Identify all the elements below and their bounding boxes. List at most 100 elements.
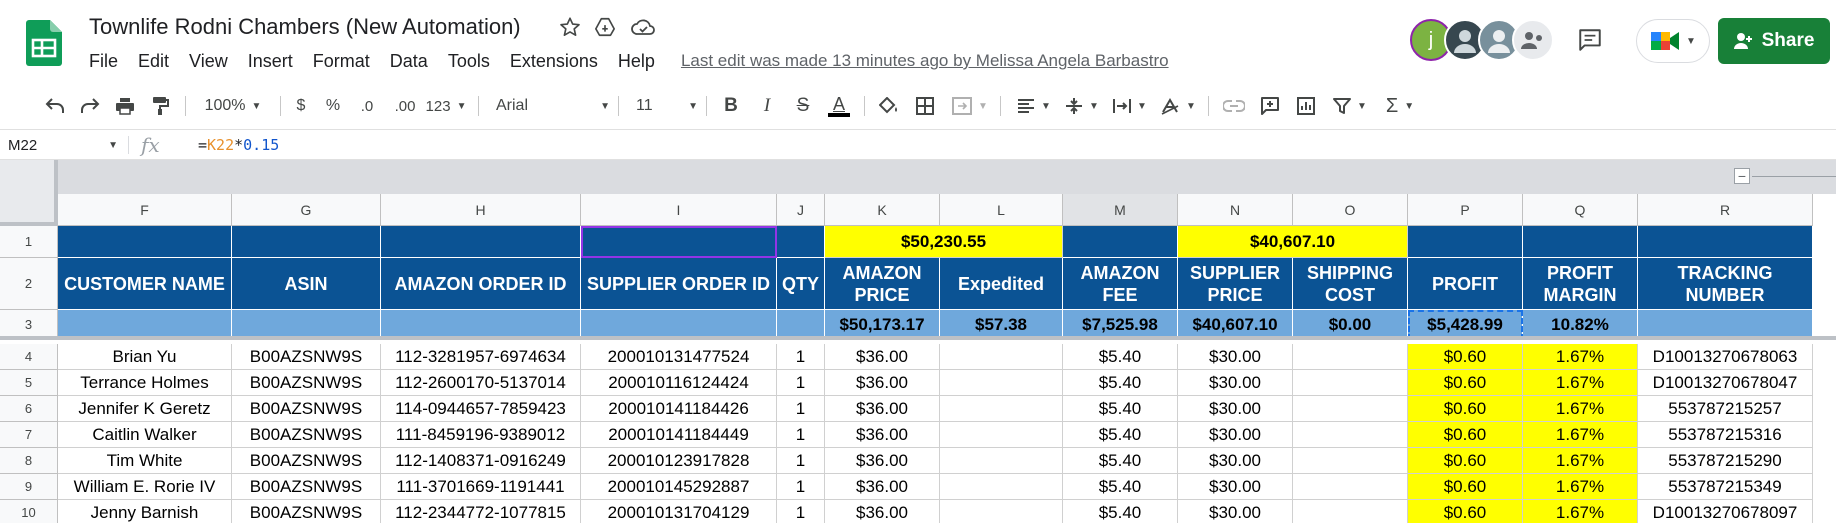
data-cell[interactable]: 1 <box>777 448 825 474</box>
star-icon[interactable] <box>557 14 583 40</box>
data-cell[interactable]: 114-0944657-7859423 <box>381 396 581 422</box>
data-cell[interactable]: $36.00 <box>825 370 940 396</box>
data-cell[interactable]: 200010116124424 <box>581 370 777 396</box>
data-cell[interactable]: $0.60 <box>1408 422 1523 448</box>
filter-icon[interactable]: ▼ <box>1328 92 1372 120</box>
fill-color-icon[interactable] <box>876 92 902 120</box>
data-cell[interactable]: $0.60 <box>1408 500 1523 523</box>
data-cell[interactable]: Caitlin Walker <box>58 422 232 448</box>
data-cell[interactable]: B00AZSNW9S <box>232 344 381 370</box>
data-cell[interactable]: B00AZSNW9S <box>232 448 381 474</box>
data-cell[interactable]: 200010141184426 <box>581 396 777 422</box>
data-cell[interactable]: 553787215290 <box>1638 448 1813 474</box>
data-cell[interactable]: 1.67% <box>1523 448 1638 474</box>
data-cell[interactable]: $30.00 <box>1178 500 1293 523</box>
formula-input[interactable]: =K22*0.15 <box>198 136 279 154</box>
italic-button[interactable]: I <box>754 92 780 120</box>
more-collaborators-icon[interactable] <box>1512 19 1554 61</box>
data-cell[interactable]: 111-8459196-9389012 <box>381 422 581 448</box>
data-cell[interactable]: 1 <box>777 474 825 500</box>
insert-link-icon[interactable] <box>1220 92 1248 120</box>
column-header-o[interactable]: O <box>1293 194 1408 226</box>
sheets-logo-icon[interactable] <box>26 20 62 66</box>
last-edit-link[interactable]: Last edit was made 13 minutes ago by Mel… <box>681 51 1169 71</box>
data-cell[interactable]: 200010123917828 <box>581 448 777 474</box>
data-cell[interactable]: $30.00 <box>1178 344 1293 370</box>
data-cell[interactable]: $5.40 <box>1063 370 1178 396</box>
data-cell[interactable]: 200010145292887 <box>581 474 777 500</box>
data-cell[interactable]: $30.00 <box>1178 422 1293 448</box>
cell-g1[interactable] <box>232 226 381 258</box>
column-header-m[interactable]: M <box>1063 194 1178 226</box>
row-header-5[interactable]: 5 <box>0 370 58 396</box>
merge-cells-icon[interactable]: ▼ <box>948 92 992 120</box>
header-cell[interactable]: AMAZON ORDER ID <box>381 258 581 310</box>
horizontal-align-icon[interactable]: ▼ <box>1012 92 1056 120</box>
row-header-1[interactable]: 1 <box>0 226 58 258</box>
header-cell[interactable]: TRACKING NUMBER <box>1638 258 1813 310</box>
data-cell[interactable] <box>940 422 1063 448</box>
cell-j1[interactable] <box>777 226 825 258</box>
data-cell[interactable]: William E. Rorie IV <box>58 474 232 500</box>
data-cell[interactable]: Jennifer K Geretz <box>58 396 232 422</box>
data-cell[interactable]: $30.00 <box>1178 448 1293 474</box>
amazon-price-total-cell[interactable]: $50,230.55 <box>825 226 1063 258</box>
data-cell[interactable]: 1.67% <box>1523 344 1638 370</box>
meet-button[interactable]: ▼ <box>1636 19 1710 63</box>
data-cell[interactable]: 1 <box>777 344 825 370</box>
row-header-7[interactable]: 7 <box>0 422 58 448</box>
currency-format-button[interactable]: $ <box>290 92 312 120</box>
data-cell[interactable] <box>1293 422 1408 448</box>
data-cell[interactable]: $30.00 <box>1178 396 1293 422</box>
share-button[interactable]: Share <box>1718 18 1830 64</box>
data-cell[interactable]: 553787215316 <box>1638 422 1813 448</box>
data-cell[interactable] <box>1293 344 1408 370</box>
data-cell[interactable]: $30.00 <box>1178 370 1293 396</box>
collapse-group-icon[interactable]: − <box>1734 168 1750 184</box>
menu-data[interactable]: Data <box>390 51 428 72</box>
menu-format[interactable]: Format <box>313 51 370 72</box>
data-cell[interactable]: 1.67% <box>1523 474 1638 500</box>
header-cell[interactable]: AMAZON FEE <box>1063 258 1178 310</box>
menu-help[interactable]: Help <box>618 51 655 72</box>
data-cell[interactable]: $36.00 <box>825 396 940 422</box>
data-cell[interactable]: 1.67% <box>1523 422 1638 448</box>
header-cell[interactable]: SUPPLIER ORDER ID <box>581 258 777 310</box>
row-header-2[interactable]: 2 <box>0 258 58 310</box>
data-cell[interactable]: $0.60 <box>1408 448 1523 474</box>
move-to-drive-icon[interactable] <box>592 14 618 40</box>
data-cell[interactable]: Tim White <box>58 448 232 474</box>
data-cell[interactable]: $0.60 <box>1408 370 1523 396</box>
header-cell[interactable]: CUSTOMER NAME <box>58 258 232 310</box>
cloud-status-icon[interactable] <box>630 14 656 40</box>
data-cell[interactable]: D10013270678097 <box>1638 500 1813 523</box>
data-cell[interactable]: $5.40 <box>1063 474 1178 500</box>
data-cell[interactable]: Jenny Barnish <box>58 500 232 523</box>
data-cell[interactable]: 200010141184449 <box>581 422 777 448</box>
data-cell[interactable]: $5.40 <box>1063 396 1178 422</box>
column-header-g[interactable]: G <box>232 194 381 226</box>
data-cell[interactable]: 1.67% <box>1523 370 1638 396</box>
row-header-6[interactable]: 6 <box>0 396 58 422</box>
cell-m1[interactable] <box>1063 226 1178 258</box>
data-cell[interactable]: 1 <box>777 500 825 523</box>
bold-button[interactable]: B <box>718 92 744 120</box>
data-cell[interactable]: $36.00 <box>825 448 940 474</box>
data-cell[interactable]: 200010131704129 <box>581 500 777 523</box>
header-cell[interactable]: PROFIT MARGIN <box>1523 258 1638 310</box>
header-cell[interactable]: QTY <box>777 258 825 310</box>
data-cell[interactable] <box>1293 396 1408 422</box>
name-box[interactable]: M22 ▼ <box>8 135 122 155</box>
data-cell[interactable]: 1 <box>777 370 825 396</box>
row-header-9[interactable]: 9 <box>0 474 58 500</box>
data-cell[interactable] <box>940 500 1063 523</box>
redo-icon[interactable] <box>77 92 103 120</box>
data-cell[interactable]: B00AZSNW9S <box>232 422 381 448</box>
strikethrough-button[interactable]: S <box>790 92 816 120</box>
data-cell[interactable] <box>1293 474 1408 500</box>
data-cell[interactable]: $5.40 <box>1063 422 1178 448</box>
data-cell[interactable]: 112-2600170-5137014 <box>381 370 581 396</box>
borders-icon[interactable] <box>912 92 938 120</box>
undo-icon[interactable] <box>42 92 68 120</box>
data-cell[interactable] <box>940 370 1063 396</box>
